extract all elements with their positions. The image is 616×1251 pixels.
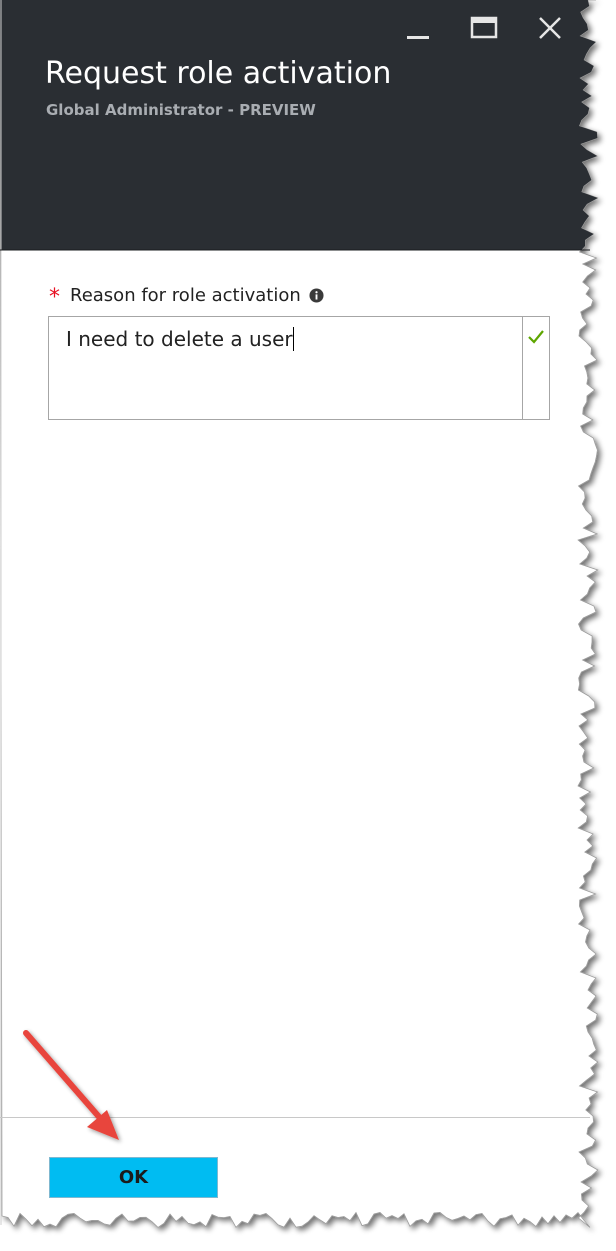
blade-header: Request role activation Global Administr… bbox=[0, 0, 600, 250]
maximize-button[interactable] bbox=[462, 8, 506, 48]
minimize-button[interactable] bbox=[396, 8, 440, 48]
window-controls bbox=[396, 8, 572, 48]
blade-title: Request role activation bbox=[45, 56, 392, 91]
minimize-icon bbox=[407, 36, 429, 39]
reason-input-value: I need to delete a user bbox=[66, 327, 294, 351]
required-asterisk: * bbox=[49, 285, 60, 310]
blade-subtitle: Global Administrator - PREVIEW bbox=[46, 101, 316, 119]
validation-indicator bbox=[522, 317, 549, 419]
close-icon bbox=[539, 17, 561, 39]
role-activation-blade: Request role activation Global Administr… bbox=[0, 0, 616, 1251]
maximize-icon bbox=[470, 16, 498, 39]
screenshot-stage: Request role activation Global Administr… bbox=[0, 0, 616, 1251]
close-button[interactable] bbox=[528, 8, 572, 48]
text-caret bbox=[292, 327, 294, 351]
checkmark-icon bbox=[528, 330, 544, 344]
reason-label-text: Reason for role activation bbox=[70, 285, 301, 306]
reason-input-text: I need to delete a user bbox=[66, 327, 293, 351]
reason-input[interactable]: I need to delete a user bbox=[48, 316, 550, 420]
ok-button[interactable]: OK bbox=[49, 1157, 218, 1198]
footer-divider bbox=[0, 1117, 590, 1118]
reason-field-label: * Reason for role activation bbox=[49, 283, 324, 310]
info-icon[interactable] bbox=[309, 288, 324, 303]
